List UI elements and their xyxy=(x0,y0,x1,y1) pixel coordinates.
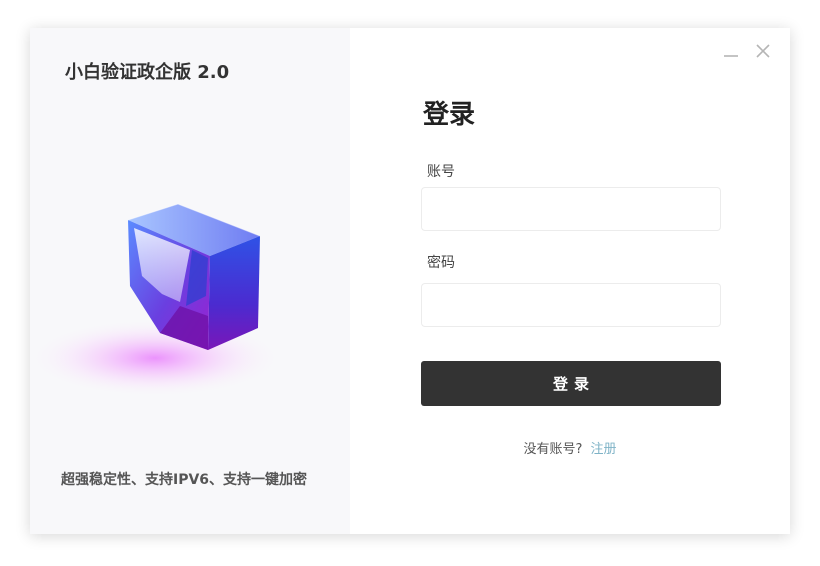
feature-tagline: 超强稳定性、支持IPV6、支持一键加密 xyxy=(61,472,308,488)
login-button[interactable]: 登录 xyxy=(421,361,721,406)
brand-panel: 小白验证政企版 2.0 超强稳定性、支持IPV6、支持一键加密 xyxy=(30,28,350,534)
account-input[interactable] xyxy=(421,187,721,231)
login-heading: 登录 xyxy=(423,100,476,130)
password-label: 密码 xyxy=(427,255,455,271)
minimize-icon xyxy=(724,55,738,57)
register-row: 没有账号? 注册 xyxy=(350,438,790,457)
close-icon xyxy=(756,44,770,58)
register-link[interactable]: 注册 xyxy=(590,442,616,457)
cube-illustration xyxy=(30,203,285,398)
password-input[interactable] xyxy=(421,283,721,327)
minimize-button[interactable] xyxy=(720,40,742,62)
no-account-text: 没有账号? xyxy=(523,442,583,457)
close-button[interactable] xyxy=(752,40,774,62)
app-title: 小白验证政企版 2.0 xyxy=(65,62,230,83)
login-panel: 登录 账号 密码 登录 没有账号? 注册 xyxy=(350,28,790,534)
account-label: 账号 xyxy=(427,164,455,180)
login-window: 小白验证政企版 2.0 超强稳定性、支持IPV6、支持一键加密 登录 账号 密码… xyxy=(30,28,790,534)
